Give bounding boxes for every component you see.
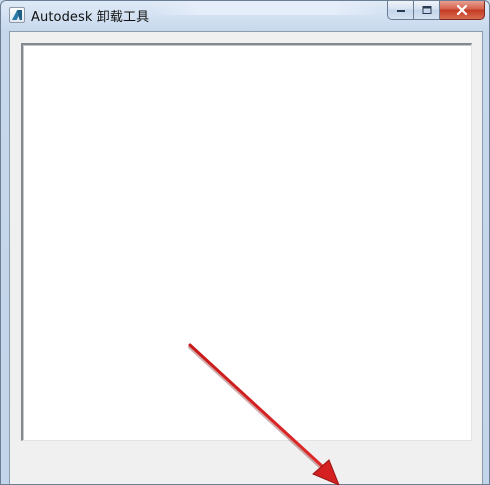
title-bar-glass	[151, 1, 381, 15]
close-button[interactable]	[440, 1, 485, 20]
caption-buttons	[387, 1, 485, 21]
uninstall-tool-window: Autodesk 卸载工具	[0, 0, 490, 485]
window-title: Autodesk 卸载工具	[31, 10, 150, 25]
autodesk-logo-icon	[9, 7, 25, 23]
close-icon	[456, 4, 468, 16]
product-list-box[interactable]	[21, 43, 472, 441]
minimize-button[interactable]	[387, 1, 414, 20]
title-bar[interactable]: Autodesk 卸载工具	[1, 1, 489, 29]
maximize-button[interactable]	[414, 1, 440, 20]
maximize-icon	[422, 6, 431, 14]
minimize-icon	[396, 10, 405, 12]
window-client-area	[9, 31, 483, 484]
